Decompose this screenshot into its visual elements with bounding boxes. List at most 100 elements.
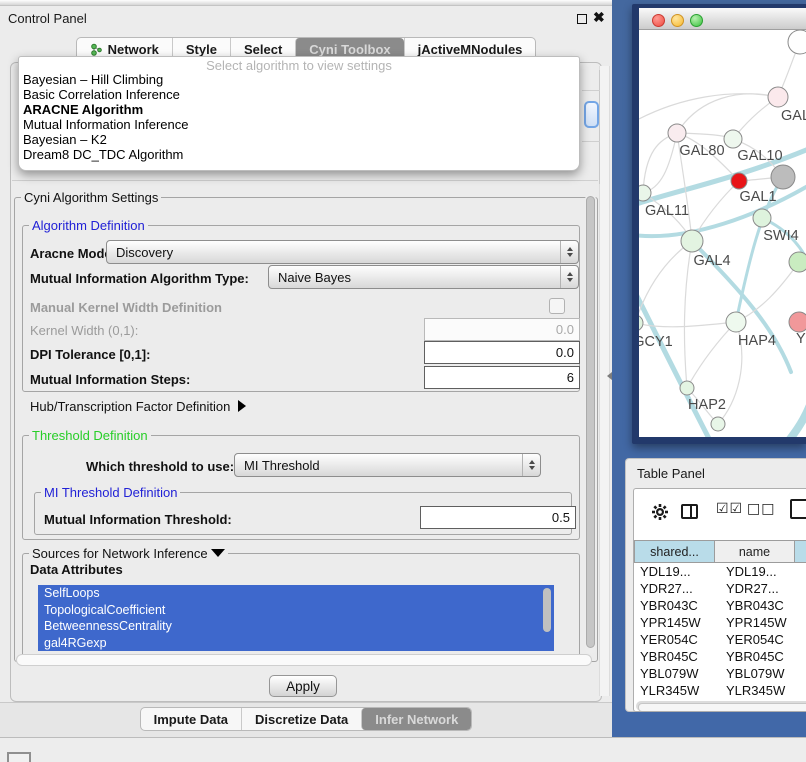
splitpane-collapse-arrow[interactable] [607,372,612,380]
table-cell: YER054C [634,631,719,648]
table-row[interactable]: YLR345WYLR345W9. [634,682,806,699]
bottom-tab-impute-data[interactable]: Impute Data [141,708,241,730]
cyni-algorithm-settings-legend: Cyni Algorithm Settings [21,190,161,205]
table-cell: YBR043C [719,597,805,614]
column-header-1[interactable]: shared... [634,540,715,563]
data-attributes-list[interactable]: SelfLoopsTopologicalCoefficientBetweenne… [38,585,554,651]
screen: Control Panel ✖ NetworkStyleSelectCyni T… [0,0,806,762]
aracne-mode-combo[interactable]: Discovery [106,240,579,264]
bottom-tab-discretize-data[interactable]: Discretize Data [241,708,361,730]
manual-kernel-width-checkbox[interactable] [549,298,565,314]
mi-algorithm-type-combo[interactable]: Naive Bayes [268,265,579,289]
network-node[interactable] [724,130,742,148]
hidden-groupbox-border [12,180,598,181]
close-icon[interactable]: ✖ [593,9,605,26]
network-node[interactable] [668,124,686,142]
bottom-tab-infer-network[interactable]: Infer Network [361,708,471,730]
network-edge[interactable] [736,262,799,322]
gear-icon[interactable] [650,502,670,522]
table-row[interactable]: YBR045CYBR045C9. [634,648,806,665]
hidden-groupbox-border [599,70,600,184]
network-edge[interactable] [639,94,778,120]
network-canvas[interactable]: GAL7GAL80GAL10GAL1GAL11SWI4GAL4GCY1HAP4Y… [639,30,806,437]
minimize-traffic-light-icon[interactable] [671,14,684,27]
column-header-2[interactable]: name [715,540,795,563]
mi-steps-field[interactable]: 6 [424,366,580,389]
sources-legend[interactable]: Sources for Network Inference [29,546,228,561]
close-traffic-light-icon[interactable] [652,14,665,27]
hidden-combo-stepper[interactable] [584,101,599,128]
table-row[interactable]: YBR043CYBR043C [634,597,806,614]
network-edge[interactable] [643,133,677,193]
algorithm-option[interactable]: Mutual Information Inference [19,118,579,133]
dpi-tolerance-field[interactable]: 0.0 [424,341,580,364]
columns-icon[interactable] [681,504,698,519]
export-table-icon[interactable] [790,499,806,519]
network-node[interactable] [753,209,771,227]
table-hscrollbar-thumb[interactable] [638,703,806,712]
hidden-groupbox-border [582,141,600,142]
data-attribute-item[interactable]: SelfLoops [38,585,554,602]
network-node[interactable] [639,315,643,331]
table-row[interactable]: YBL079WYBL079W [634,665,806,682]
network-node[interactable] [731,173,747,189]
table-row[interactable]: YPR145WYPR145W9. [634,614,806,631]
network-edge[interactable] [779,382,806,437]
mi-threshold-definition-legend: MI Threshold Definition [41,485,180,500]
settings-scrollbar-thumb[interactable] [586,196,595,648]
hub-tf-definition-expander[interactable]: Hub/Transcription Factor Definition [30,399,246,414]
tab-label: jActiveMNodules [418,42,523,57]
table-row[interactable]: YDR27...YDR27...12 [634,580,806,597]
network-node[interactable] [639,185,651,201]
column-header-3[interactable]: A [795,540,806,563]
which-threshold-combo[interactable]: MI Threshold [234,453,541,477]
zoom-traffic-light-icon[interactable] [690,14,703,27]
data-attributes-label: Data Attributes [30,562,123,577]
minimized-panel-icon[interactable] [7,752,31,762]
manual-kernel-width-label: Manual Kernel Width Definition [30,300,222,315]
network-node[interactable] [711,417,725,431]
panel-scrollbar-track[interactable] [599,66,610,696]
network-node[interactable] [789,312,806,332]
combo-stepper-icon [560,241,578,263]
network-node[interactable] [771,165,795,189]
network-edge[interactable] [684,241,692,388]
network-node-label: HAP2 [688,397,726,413]
select-all-checkboxes-icon[interactable]: ☑☑ [716,501,743,517]
network-node[interactable] [681,230,703,252]
table-cell: YBR043C [634,597,719,614]
combo-stepper-icon [522,454,540,476]
algorithm-dropdown-list: Bayesian – Hill ClimbingBasic Correlatio… [19,73,579,162]
network-node[interactable] [768,87,788,107]
network-window-titlebar[interactable] [639,8,806,30]
data-attribute-item[interactable]: BetweennessCentrality [38,618,554,635]
network-node[interactable] [788,30,806,54]
algorithm-option[interactable]: Dream8 DC_TDC Algorithm [19,148,579,163]
network-node[interactable] [789,252,806,272]
algorithm-option[interactable]: ARACNE Algorithm [19,103,579,118]
network-edge[interactable] [639,288,715,437]
bottom-tab-label: Infer Network [375,712,458,727]
network-edge[interactable] [687,322,736,388]
algorithm-option[interactable]: Bayesian – K2 [19,133,579,148]
algorithm-option[interactable]: Basic Correlation Inference [19,88,579,103]
data-attribute-item[interactable]: gal4RGexp [38,635,554,652]
float-panel-icon[interactable] [577,14,587,24]
algorithm-definition-legend: Algorithm Definition [29,218,148,233]
network-node[interactable] [726,312,746,332]
list-scrollbar-thumb[interactable] [543,588,551,632]
settings-hscrollbar-track[interactable] [16,654,592,666]
network-node[interactable] [680,381,694,395]
mi-threshold-field[interactable]: 0.5 [420,506,576,529]
tab-label: Cyni Toolbox [309,42,390,57]
window-top-edge [0,0,612,6]
table-row[interactable]: YDL19...YDL19...13 [634,563,806,580]
kernel-width-field[interactable]: 0.0 [424,318,580,341]
algorithm-option[interactable]: Bayesian – Hill Climbing [19,73,579,88]
aracne-mode-label: Aracne Mode: [30,246,116,261]
dpi-tolerance-label: DPI Tolerance [0,1]: [30,347,150,362]
data-attribute-item[interactable]: TopologicalCoefficient [38,602,554,619]
table-row[interactable]: YER054CYER054C8. [634,631,806,648]
apply-button[interactable]: Apply [269,675,337,697]
deselect-all-checkboxes-icon[interactable]: □□ [747,501,775,517]
